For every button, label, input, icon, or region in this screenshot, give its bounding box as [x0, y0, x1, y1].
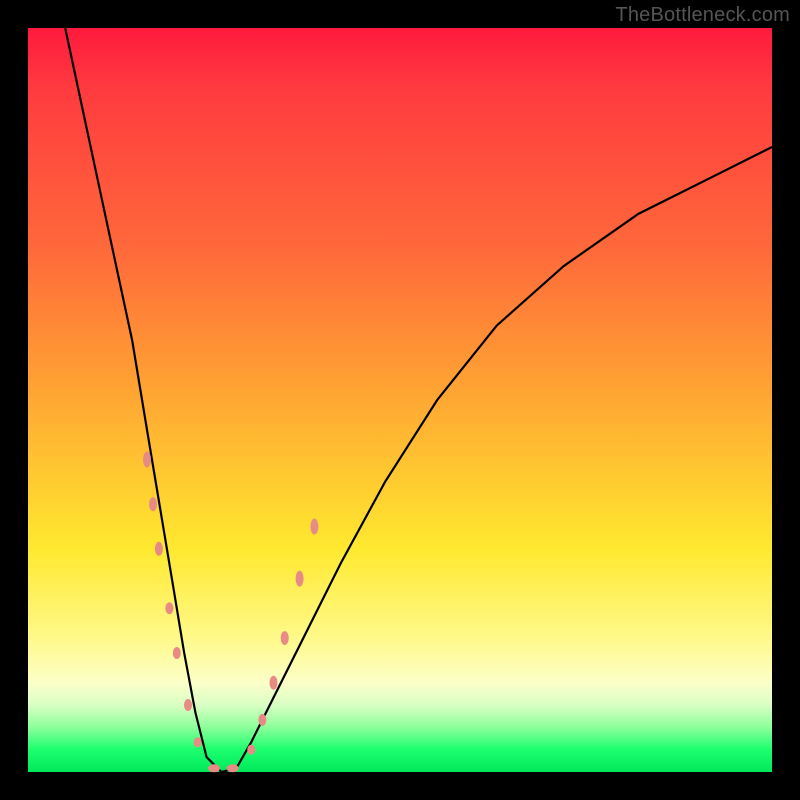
- curve-marker: [155, 542, 163, 556]
- curve-marker: [296, 571, 304, 587]
- curve-marker: [149, 497, 157, 511]
- curve-marker: [143, 452, 151, 468]
- curve-marker: [258, 714, 266, 726]
- curve-markers: [143, 452, 318, 773]
- curve-marker: [173, 647, 181, 659]
- plot-area: [28, 28, 772, 772]
- curve-layer: [28, 28, 772, 772]
- bottleneck-curve: [65, 28, 772, 772]
- watermark-text: TheBottleneck.com: [615, 4, 790, 27]
- curve-marker: [270, 676, 278, 690]
- curve-marker: [184, 699, 192, 711]
- chart-frame: TheBottleneck.com: [0, 0, 800, 800]
- curve-marker: [310, 519, 318, 535]
- curve-marker: [194, 737, 202, 747]
- curve-marker: [281, 631, 289, 645]
- curve-marker: [165, 602, 173, 614]
- curve-marker: [227, 764, 239, 772]
- curve-marker: [208, 764, 220, 772]
- curve-marker: [247, 745, 255, 755]
